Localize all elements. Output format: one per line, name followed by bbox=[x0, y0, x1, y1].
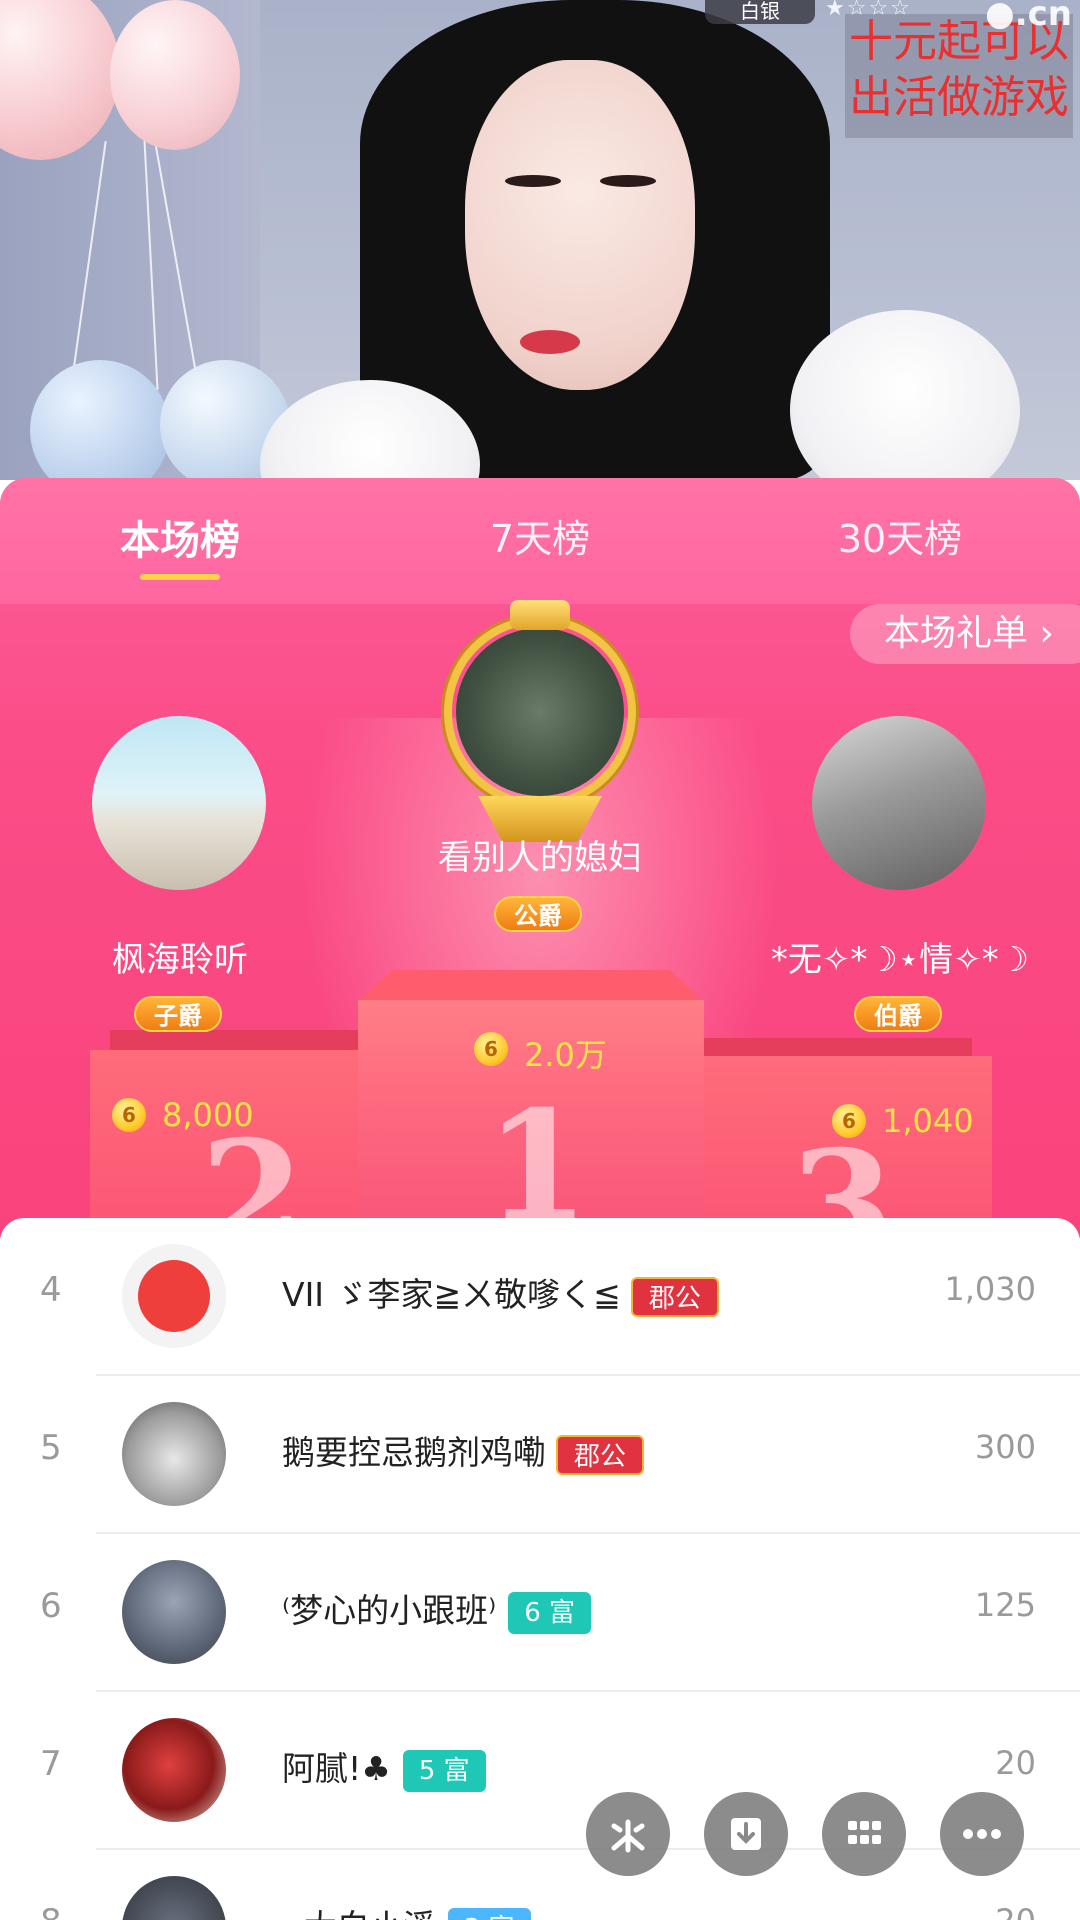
contribution-score: 125 bbox=[974, 1586, 1036, 1624]
list-item[interactable]: 8 ⌣大白小溪 3 富 20 bbox=[0, 1850, 1080, 1920]
crown-icon bbox=[510, 600, 570, 630]
app-root: 白银 ★☆☆☆ 十元起可以 出活做游戏 ●.cn 本场榜 7天榜 30天榜 本场… bbox=[0, 0, 1080, 1920]
balloon bbox=[110, 0, 240, 150]
tab-current-session[interactable]: 本场榜 bbox=[110, 508, 250, 566]
contribution-score: 20 bbox=[995, 1744, 1036, 1782]
first-place-score: 2.0万 bbox=[524, 1036, 607, 1074]
avatar[interactable] bbox=[122, 1402, 226, 1506]
rank-number: 7 bbox=[40, 1744, 62, 1784]
title-badge: 郡公 bbox=[630, 1276, 719, 1317]
user-name: 鹅要控忌鹅剂鸡嘞 郡公 bbox=[282, 1426, 645, 1475]
avatar-second[interactable] bbox=[92, 716, 266, 890]
live-video[interactable]: 白银 ★☆☆☆ 十元起可以 出活做游戏 ●.cn bbox=[0, 0, 1080, 480]
download-icon bbox=[731, 1818, 761, 1850]
user-name-text: ⌣大白小溪 bbox=[282, 1907, 436, 1920]
level-badge: 白银 bbox=[705, 0, 815, 24]
contribution-score: 20 bbox=[995, 1902, 1036, 1920]
overlay-line: 出活做游戏 bbox=[849, 72, 1069, 123]
more-button[interactable] bbox=[940, 1792, 1024, 1876]
coin-icon: 6 bbox=[112, 1098, 146, 1132]
tab-bar: 本场榜 7天榜 30天榜 bbox=[0, 478, 1080, 604]
avatar[interactable] bbox=[122, 1244, 226, 1348]
user-name-text: VII ゞ李家≧ㄨ敬嗲く≦ bbox=[282, 1275, 621, 1314]
third-place-name[interactable]: *无✧*☽⋆情✧*☽ bbox=[740, 932, 1060, 981]
rank-number: 4 bbox=[40, 1270, 62, 1310]
third-place-title-badge: 伯爵 bbox=[854, 996, 942, 1032]
user-name: 阿腻!♣ 5 富 bbox=[282, 1742, 486, 1792]
avatar[interactable] bbox=[122, 1718, 226, 1822]
second-place-score: 8,000 bbox=[162, 1096, 254, 1134]
second-place-name[interactable]: 枫海聆听 bbox=[20, 932, 340, 981]
avatar-first[interactable] bbox=[456, 628, 624, 796]
sparkle-button[interactable] bbox=[586, 1792, 670, 1876]
grid-icon bbox=[848, 1821, 881, 1844]
podium-rank-number: 1 bbox=[485, 1078, 590, 1238]
coin-icon: 6 bbox=[474, 1032, 508, 1066]
streamer-face bbox=[465, 60, 695, 390]
platform-watermark: ●.cn bbox=[985, 0, 1072, 34]
first-place-title-badge: 公爵 bbox=[494, 896, 582, 932]
user-name-text: ⁽梦心的小跟班⁾ bbox=[282, 1591, 497, 1630]
tab-7-days[interactable]: 7天榜 bbox=[470, 508, 610, 563]
download-button[interactable] bbox=[704, 1792, 788, 1876]
second-place-title-badge: 子爵 bbox=[134, 996, 222, 1032]
more-icon bbox=[963, 1829, 1001, 1839]
default-avatar-icon bbox=[138, 1260, 210, 1332]
coin-icon: 6 bbox=[832, 1104, 866, 1138]
contribution-score: 1,030 bbox=[944, 1270, 1036, 1308]
avatar[interactable] bbox=[122, 1560, 226, 1664]
title-badge: 郡公 bbox=[556, 1434, 645, 1475]
avatar[interactable] bbox=[122, 1876, 226, 1920]
avatar-third[interactable] bbox=[812, 716, 986, 890]
streamer-lips bbox=[520, 330, 580, 354]
grid-menu-button[interactable] bbox=[822, 1792, 906, 1876]
user-name: ⁽梦心的小跟班⁾ 6 富 bbox=[282, 1584, 592, 1634]
gift-list-button[interactable]: 本场礼单 › bbox=[850, 604, 1080, 664]
list-item[interactable]: 6 ⁽梦心的小跟班⁾ 6 富 125 bbox=[0, 1534, 1080, 1692]
list-item[interactable]: 7 阿腻!♣ 5 富 20 bbox=[0, 1692, 1080, 1850]
tab-30-days[interactable]: 30天榜 bbox=[820, 508, 980, 563]
active-tab-indicator bbox=[140, 574, 220, 580]
ranking-list: 4 VII ゞ李家≧ㄨ敬嗲く≦ 郡公 1,030 5 鹅要控忌鹅剂鸡嘞 郡公 300… bbox=[0, 1218, 1080, 1920]
leaderboard-panel: 本场榜 7天榜 30天榜 本场礼单 › 2 1 3 看别人的媳妇 公爵 6 2.… bbox=[0, 478, 1080, 1238]
rank-number: 6 bbox=[40, 1586, 62, 1626]
wealth-badge: 6 富 bbox=[508, 1591, 592, 1634]
rank-number: 8 bbox=[40, 1902, 62, 1920]
user-name: VII ゞ李家≧ㄨ敬嗲く≦ 郡公 bbox=[282, 1268, 719, 1317]
user-name-text: 阿腻!♣ bbox=[282, 1749, 391, 1788]
rank-number: 5 bbox=[40, 1428, 62, 1468]
sparkle-icon bbox=[611, 1819, 645, 1853]
wealth-badge: 5 富 bbox=[402, 1749, 486, 1792]
streamer-eye bbox=[600, 175, 656, 187]
user-name: ⌣大白小溪 3 富 bbox=[282, 1900, 531, 1920]
wealth-badge: 3 富 bbox=[447, 1907, 531, 1920]
third-place-score: 1,040 bbox=[882, 1102, 974, 1140]
user-name-text: 鹅要控忌鹅剂鸡嘞 bbox=[282, 1433, 546, 1472]
list-item[interactable]: 4 VII ゞ李家≧ㄨ敬嗲く≦ 郡公 1,030 bbox=[0, 1218, 1080, 1376]
podium-first-top bbox=[358, 970, 704, 1002]
contribution-score: 300 bbox=[974, 1428, 1036, 1466]
first-place-name[interactable]: 看别人的媳妇 bbox=[380, 830, 700, 879]
streamer-eye bbox=[505, 175, 561, 187]
list-item[interactable]: 5 鹅要控忌鹅剂鸡嘞 郡公 300 bbox=[0, 1376, 1080, 1534]
